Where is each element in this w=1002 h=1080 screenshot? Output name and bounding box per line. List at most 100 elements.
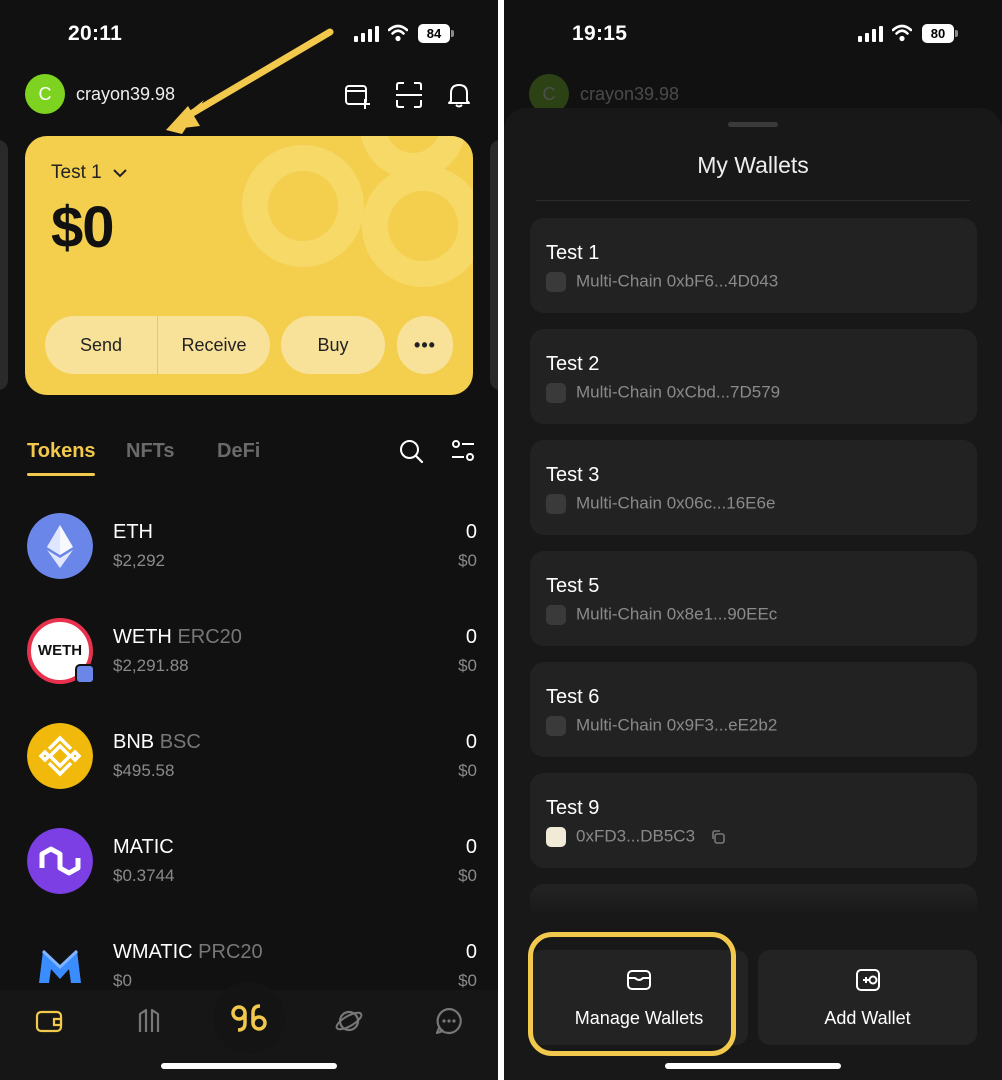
avatar[interactable]: C [25,74,65,114]
home-indicator [665,1063,841,1069]
eth-icon [27,513,93,579]
annotation-highlight [528,932,736,1056]
multichain-icon [546,493,566,514]
wallet-address-row: Multi-Chain 0x8e1...90EEc [546,604,778,625]
wallet-name: Test 1 [51,162,102,183]
multichain-icon [546,604,566,625]
token-row-eth[interactable]: ETH $2,292 0 $0 [27,513,477,583]
wallet-address: 0x9F3...eE2b2 [666,715,778,735]
wallet-icon[interactable] [34,1006,64,1036]
filter-settings-icon[interactable] [450,438,476,464]
receive-button[interactable]: Receive [158,316,270,374]
token-amount: 0 [465,941,477,963]
copy-icon[interactable] [710,829,726,845]
wallet-chain: Multi-Chain [576,493,662,513]
card-watermark-logo [242,136,473,287]
token-price: $0.3744 [113,866,175,885]
bnb-icon [27,723,93,789]
token-name: WETH ERC20 [113,626,242,649]
token-value: $0 [458,551,477,570]
token-symbol: ETH [113,521,153,543]
wallet-balance: $0 [51,195,115,260]
multichain-icon [546,271,566,292]
token-name: WMATIC PRC20 [113,941,263,964]
wallet-chain: Multi-Chain [576,604,662,624]
brand-logo-icon [231,1004,267,1032]
wallet-item[interactable]: Test 2 Multi-Chain 0xCbd...7D579 [530,329,977,424]
wallet-card[interactable]: Test 1 $0 Send Receive Buy ••• [25,136,473,395]
token-symbol: MATIC [113,836,174,858]
wallet-address: 0xCbd...7D579 [666,382,781,402]
battery-icon: 84 [418,24,454,43]
send-button[interactable]: Send [45,316,157,374]
token-value: $0 [458,971,477,990]
planet-icon[interactable] [334,1006,364,1036]
sheet-grab-handle[interactable] [728,122,778,127]
wallet-item[interactable]: Test 6 Multi-Chain 0x9F3...eE2b2 [530,662,977,757]
single-chain-icon [546,826,566,847]
send-receive-group: Send Receive [45,316,270,374]
scan-icon[interactable] [394,80,424,110]
battery-icon: 80 [922,24,958,43]
add-wallet-label: Add Wallet [824,1008,911,1028]
chat-icon[interactable] [434,1006,464,1036]
list-fade [504,888,1002,918]
token-price: $0 [113,971,132,990]
username[interactable]: crayon39.98 [76,84,175,105]
tab-defi[interactable]: DeFi [217,440,260,463]
token-symbol: WMATIC [113,941,193,963]
wallet-selector[interactable]: Test 1 [51,162,127,184]
wallet-item[interactable]: Test 3 Multi-Chain 0x06c...16E6e [530,440,977,535]
add-wallet-card-icon[interactable] [343,80,373,110]
multichain-icon [546,382,566,403]
token-symbol: BNB [113,731,155,753]
app-header: C crayon39.98 [25,74,475,118]
wallet-name: Test 2 [546,353,600,375]
wallet-item[interactable]: Test 5 Multi-Chain 0x8e1...90EEc [530,551,977,646]
wallet-address: 0xFD3...DB5C3 [576,826,696,846]
home-indicator [161,1063,337,1069]
brand-home-button[interactable] [213,982,285,1054]
wallet-address-row: Multi-Chain 0xCbd...7D579 [546,382,781,403]
search-icon[interactable] [398,438,424,464]
more-options-button[interactable]: ••• [397,316,453,374]
wallet-name: Test 3 [546,464,600,486]
bridge-icon[interactable] [134,1006,164,1036]
token-row-bnb[interactable]: BNB BSC $495.58 0 $0 [27,723,477,793]
token-chain: BSC [159,731,201,753]
wallet-item[interactable]: Test 9 0xFD3...DB5C3 [530,773,977,868]
username: crayon39.98 [580,84,680,104]
token-price: $2,292 [113,551,165,570]
wallet-address-row: Multi-Chain 0x9F3...eE2b2 [546,715,778,736]
wallet-item[interactable]: Test 1 Multi-Chain 0xbF6...4D043 [530,218,977,313]
add-wallet-button[interactable]: Add Wallet [758,950,977,1045]
wallet-chain: Multi-Chain [576,271,662,291]
tab-tokens[interactable]: Tokens [27,440,96,463]
token-name: BNB BSC [113,731,201,754]
wallet-name: Test 9 [546,797,600,819]
wallet-address-row: 0xFD3...DB5C3 [546,826,726,847]
tab-nfts[interactable]: NFTs [126,440,175,463]
token-price: $495.58 [113,761,175,780]
wifi-icon [388,24,408,42]
buy-button[interactable]: Buy [281,316,385,374]
next-card-peek[interactable] [490,140,498,390]
sheet-title: My Wallets [697,152,809,178]
wallet-chain: Multi-Chain [576,382,662,402]
matic-icon [27,828,93,894]
token-row-weth[interactable]: WETH WETH ERC20 $2,291.88 0 $0 [27,618,477,688]
status-bar: 19:15 80 [504,0,1002,64]
token-chain: PRC20 [198,941,263,963]
previous-card-peek[interactable] [0,140,8,390]
token-chain: ERC20 [177,626,242,648]
bell-icon[interactable] [444,80,474,110]
wallet-name: Test 1 [546,242,600,264]
add-wallet-icon [855,969,880,991]
home-screen: 20:11 84 C crayon39.98 Test 1 $0 Send Re… [0,0,498,1080]
multichain-icon [546,715,566,736]
wallet-address: 0x8e1...90EEc [666,604,778,624]
wallet-list[interactable]: Test 1 Multi-Chain 0xbF6...4D043 Test 2 … [504,216,1002,912]
token-amount: 0 [465,731,477,753]
token-value: $0 [458,761,477,780]
token-row-matic[interactable]: MATIC $0.3744 0 $0 [27,828,477,898]
